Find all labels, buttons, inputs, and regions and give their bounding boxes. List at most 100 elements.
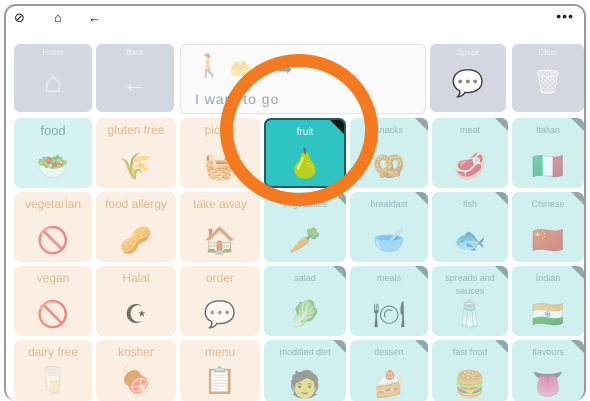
modified-diet-icon: 🧑 bbox=[288, 369, 322, 399]
cell-flavours[interactable]: flavours 👅 bbox=[512, 340, 584, 401]
cell-chinese[interactable]: Chinese 🇨🇳 bbox=[512, 192, 584, 262]
cell-spreads-and-sauces[interactable]: spreads and sauces 🧂 bbox=[432, 266, 508, 336]
italy-flag-icon: 🇮🇹 bbox=[531, 151, 565, 181]
china-flag-icon: 🇨🇳 bbox=[531, 225, 565, 255]
home-icon: ⌂ bbox=[43, 66, 63, 99]
back-button-label: Back bbox=[126, 48, 144, 57]
cell-label: kosher bbox=[117, 345, 155, 359]
take-away-icon: 🏠 bbox=[203, 225, 237, 255]
picnic-icon: 🧺 bbox=[203, 151, 237, 181]
breakfast-icon: 🥣 bbox=[372, 225, 406, 255]
speech-bubble-icon: 💬 bbox=[451, 68, 485, 98]
salad-icon: 🥬 bbox=[288, 299, 322, 329]
menu-icon: 📋 bbox=[203, 365, 237, 395]
person-icon: 🚶 bbox=[195, 53, 223, 78]
cell-label: Chinese bbox=[531, 199, 565, 209]
food-icon: 🥗 bbox=[36, 151, 70, 181]
cell-label: modified diet bbox=[279, 347, 331, 357]
cell-label: food bbox=[40, 123, 66, 138]
cell-label: gluten free bbox=[107, 123, 165, 137]
cell-italian[interactable]: Italian 🇮🇹 bbox=[512, 118, 584, 188]
cell-fruit[interactable]: fruit 🍐 bbox=[264, 118, 346, 188]
cell-label: Halal bbox=[122, 271, 150, 285]
back-button[interactable]: Back ← bbox=[96, 44, 174, 112]
cell-fast-food[interactable]: fast food 🍔 bbox=[432, 340, 508, 401]
clear-button[interactable]: Clear 🗑 bbox=[512, 44, 584, 112]
cell-label: menu bbox=[204, 345, 236, 359]
cell-halal[interactable]: Halal ☪ bbox=[96, 266, 176, 336]
clear-button-label: Clear bbox=[538, 48, 558, 57]
flavours-icon: 👅 bbox=[531, 369, 565, 399]
cell-label: vegan bbox=[36, 271, 70, 285]
cell-picnic[interactable]: picnic 🧺 bbox=[180, 118, 260, 188]
cell-salad[interactable]: salad 🥬 bbox=[264, 266, 346, 336]
snacks-icon: 🥨 bbox=[372, 151, 406, 181]
dairy-free-icon: 🥛 bbox=[36, 365, 70, 395]
allergy-icon: 🥜 bbox=[119, 225, 153, 255]
cell-modified-diet[interactable]: modified diet 🧑 bbox=[264, 340, 346, 401]
cell-label: breakfast bbox=[370, 199, 408, 209]
cell-label: spreads and sauces bbox=[445, 273, 495, 296]
meals-icon: 🍽 bbox=[372, 299, 406, 329]
cell-menu[interactable]: menu 📋 bbox=[180, 340, 260, 401]
speak-button-label: Speak bbox=[456, 48, 480, 57]
cell-label: Italian bbox=[535, 125, 561, 135]
cell-label: dessert bbox=[374, 347, 404, 357]
speak-button[interactable]: Speak 💬 bbox=[430, 44, 506, 112]
cell-label: food allergy bbox=[104, 197, 168, 211]
halal-icon: ☪ bbox=[124, 299, 148, 329]
dessert-icon: 🍰 bbox=[372, 369, 406, 399]
cell-label: vegetables bbox=[283, 199, 327, 209]
cell-label: fruit bbox=[296, 127, 314, 138]
cell-label: order bbox=[205, 271, 234, 285]
cell-fish[interactable]: fish 🐟 bbox=[432, 192, 508, 262]
cell-label: dairy free bbox=[27, 345, 79, 359]
cell-label: picnic bbox=[204, 123, 236, 137]
cell-label: take away bbox=[192, 197, 248, 211]
cell-meat[interactable]: meat 🥩 bbox=[432, 118, 508, 188]
back-arrow-icon[interactable]: ← bbox=[88, 10, 101, 26]
home-button-label: Home bbox=[42, 48, 64, 57]
cell-label: meals bbox=[376, 273, 401, 283]
fish-icon: 🐟 bbox=[453, 225, 487, 255]
no-meat-icon: 🚫 bbox=[36, 225, 70, 255]
vegetables-icon: 🥕 bbox=[288, 225, 322, 255]
fast-food-icon: 🍔 bbox=[453, 369, 487, 399]
cell-vegetables[interactable]: vegetables 🥕 bbox=[264, 192, 346, 262]
cell-label: flavours bbox=[532, 347, 564, 357]
cell-meals[interactable]: meals 🍽 bbox=[350, 266, 428, 336]
cell-label: snacks bbox=[374, 125, 403, 135]
sentence-text: I want to go bbox=[195, 91, 280, 107]
sauces-icon: 🧂 bbox=[453, 299, 487, 329]
more-menu-button[interactable]: ••• bbox=[556, 8, 574, 24]
cell-food-allergy[interactable]: food allergy 🥜 bbox=[96, 192, 176, 262]
cell-food[interactable]: food 🥗 bbox=[14, 118, 92, 188]
vegan-icon: 🚫 bbox=[36, 299, 70, 329]
want-icon: 🤲 bbox=[229, 59, 252, 79]
compass-icon[interactable]: ⊘ bbox=[14, 10, 25, 26]
cell-kosher[interactable]: kosher 🍖 bbox=[96, 340, 176, 401]
cell-dessert[interactable]: dessert 🍰 bbox=[350, 340, 428, 401]
home-icon[interactable]: ⌂ bbox=[54, 10, 62, 26]
cell-label: meat bbox=[459, 125, 480, 135]
cell-gluten-free[interactable]: gluten free 🌾 bbox=[96, 118, 176, 188]
cell-indian[interactable]: Indian 🇮🇳 bbox=[512, 266, 584, 336]
cell-dairy-free[interactable]: dairy free 🥛 bbox=[14, 340, 92, 401]
app-window: ⊘ ⌂ ← ••• Home ⌂ Back ← 🚶 🤲 ➡ I want to … bbox=[4, 4, 586, 401]
back-arrow-icon: ← bbox=[122, 68, 148, 98]
cell-snacks[interactable]: snacks 🥨 bbox=[350, 118, 428, 188]
india-flag-icon: 🇮🇳 bbox=[531, 299, 565, 329]
sentence-bar[interactable]: 🚶 🤲 ➡ I want to go bbox=[180, 44, 426, 114]
cell-order[interactable]: order 💬 bbox=[180, 266, 260, 336]
cell-label: Indian bbox=[535, 273, 561, 283]
trash-icon: 🗑 bbox=[532, 69, 564, 96]
fruit-icon: 🍐 bbox=[287, 148, 323, 179]
cell-label: salad bbox=[294, 273, 316, 283]
cell-take-away[interactable]: take away 🏠 bbox=[180, 192, 260, 262]
cell-breakfast[interactable]: breakfast 🥣 bbox=[350, 192, 428, 262]
cell-label: vegetarian bbox=[24, 197, 82, 211]
gluten-free-icon: 🌾 bbox=[119, 151, 153, 181]
cell-vegan[interactable]: vegan 🚫 bbox=[14, 266, 92, 336]
home-button[interactable]: Home ⌂ bbox=[14, 44, 92, 112]
cell-vegetarian[interactable]: vegetarian 🚫 bbox=[14, 192, 92, 262]
